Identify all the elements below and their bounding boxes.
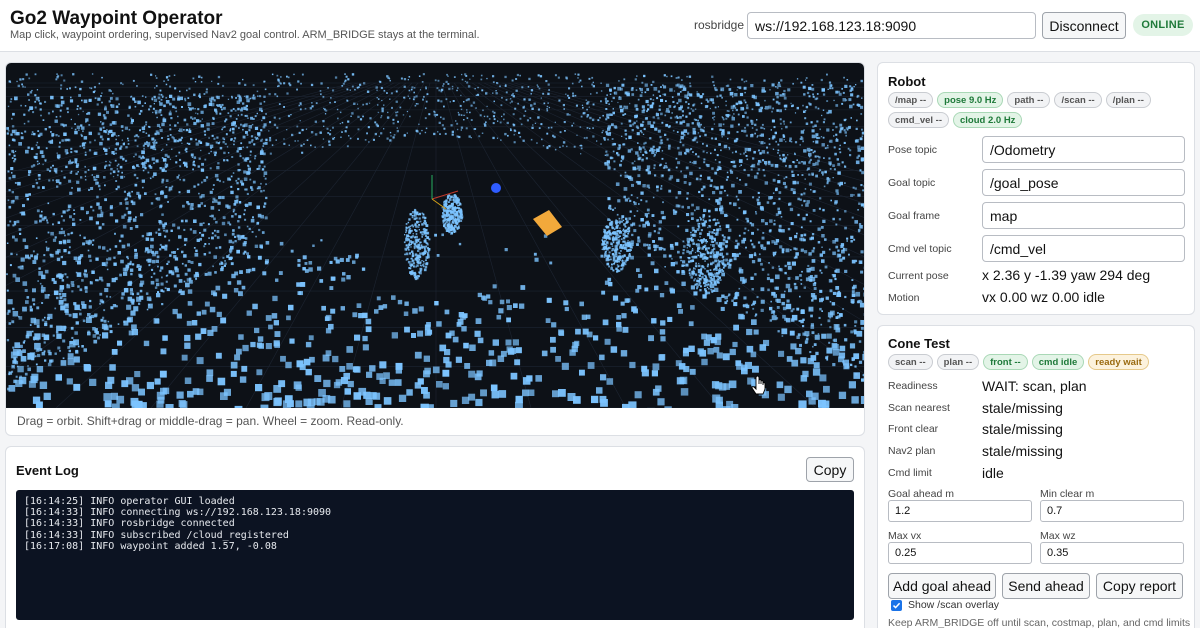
send-ahead-button[interactable]: Send ahead — [1002, 573, 1090, 599]
check-status-badge: front -- — [983, 354, 1028, 370]
point-cloud-viewer[interactable] — [6, 63, 864, 408]
topic-status-badge: cmd_vel -- — [888, 112, 949, 128]
cmd-vel-topic-input[interactable] — [982, 235, 1185, 262]
topic-status-badge: /scan -- — [1054, 92, 1102, 108]
viewer-card: Drag = orbit. Shift+drag or middle-drag … — [5, 62, 865, 436]
add-goal-ahead-button[interactable]: Add goal ahead — [888, 573, 996, 599]
readiness-label: Readiness — [888, 380, 938, 392]
robot-topic-badges: /map -- pose 9.0 Hz path -- /scan -- /pl… — [888, 92, 1188, 128]
current-pose-value: x 2.36 y -1.39 yaw 294 deg — [982, 267, 1151, 283]
goal-frame-label: Goal frame — [888, 210, 940, 222]
cmd-limit-value: idle — [982, 465, 1004, 481]
checkmark-icon — [892, 602, 901, 609]
motion-value: vx 0.00 wz 0.00 idle — [982, 289, 1105, 305]
waypoint-marker[interactable] — [533, 210, 562, 236]
motion-label: Motion — [888, 292, 920, 304]
check-status-badge: plan -- — [936, 354, 980, 370]
goal-topic-input[interactable] — [982, 169, 1185, 196]
event-log-output[interactable]: [16:14:25] INFO operator GUI loaded [16:… — [16, 490, 854, 620]
cone-test-title: Cone Test — [888, 336, 950, 351]
log-line: [16:14:33] INFO subscribed /cloud_regist… — [24, 529, 289, 541]
cone-test-panel: Cone Test scan -- plan -- front -- cmd i… — [877, 325, 1195, 628]
cmd-limit-label: Cmd limit — [888, 467, 932, 479]
max-vx-label: Max vx — [888, 530, 922, 542]
connection-status-badge: ONLINE — [1133, 14, 1193, 36]
pose-topic-label: Pose topic — [888, 144, 938, 156]
topic-status-badge: path -- — [1007, 92, 1051, 108]
max-wz-input[interactable] — [1040, 542, 1184, 564]
show-scan-checkbox[interactable] — [891, 600, 902, 611]
disconnect-button[interactable]: Disconnect — [1042, 12, 1126, 39]
app-subtitle: Map click, waypoint ordering, supervised… — [10, 29, 480, 41]
log-line: [16:17:08] INFO waypoint added 1.57, -0.… — [24, 540, 277, 552]
log-line: [16:14:33] INFO connecting ws://192.168.… — [24, 507, 332, 519]
front-clear-value: stale/missing — [982, 421, 1063, 437]
min-clear-input[interactable] — [1040, 500, 1184, 522]
show-scan-label: Show /scan overlay — [908, 599, 1000, 611]
arm-bridge-note: Keep ARM_BRIDGE off until scan, costmap,… — [888, 617, 1191, 628]
nav2-plan-label: Nav2 plan — [888, 445, 936, 457]
event-log-card: Event Log Copy [16:14:25] INFO operator … — [5, 446, 865, 628]
max-vx-input[interactable] — [888, 542, 1032, 564]
topic-status-badge: /map -- — [888, 92, 934, 108]
robot-panel: Robot /map -- pose 9.0 Hz path -- /scan … — [877, 62, 1195, 315]
front-clear-label: Front clear — [888, 423, 939, 435]
check-status-badge: scan -- — [888, 354, 933, 370]
scan-nearest-value: stale/missing — [982, 400, 1063, 416]
robot-panel-title: Robot — [888, 74, 926, 89]
current-pose-label: Current pose — [888, 270, 949, 282]
pose-topic-input[interactable] — [982, 136, 1185, 163]
scan-nearest-label: Scan nearest — [888, 402, 950, 414]
cone-test-badges: scan -- plan -- front -- cmd idle ready … — [888, 354, 1188, 370]
copy-report-button[interactable]: Copy report — [1096, 573, 1183, 599]
rosbridge-url-input[interactable] — [747, 12, 1036, 39]
copy-log-button[interactable]: Copy — [806, 457, 854, 482]
cmd-vel-topic-label: Cmd vel topic — [888, 243, 952, 255]
check-status-badge: ready wait — [1088, 354, 1149, 370]
max-wz-label: Max wz — [1040, 530, 1076, 542]
log-line: [16:14:25] INFO operator GUI loaded — [24, 496, 235, 507]
nav2-plan-value: stale/missing — [982, 443, 1063, 459]
app-header: Go2 Waypoint Operator Map click, waypoin… — [0, 0, 1200, 52]
rosbridge-label: rosbridge — [694, 18, 745, 32]
topic-status-badge: cloud 2.0 Hz — [953, 112, 1023, 128]
readiness-value: WAIT: scan, plan — [982, 378, 1087, 394]
goal-topic-label: Goal topic — [888, 177, 936, 189]
log-line: [16:14:33] INFO rosbridge connected — [24, 518, 235, 530]
robot-position-marker — [491, 183, 501, 193]
min-clear-label: Min clear m — [1040, 488, 1095, 500]
point-cloud-canvas[interactable] — [6, 63, 864, 408]
viewer-hint: Drag = orbit. Shift+drag or middle-drag … — [17, 414, 404, 428]
goal-ahead-input[interactable] — [888, 500, 1032, 522]
topic-status-badge: pose 9.0 Hz — [937, 92, 1004, 108]
topic-status-badge: /plan -- — [1105, 92, 1151, 108]
check-status-badge: cmd idle — [1031, 354, 1085, 370]
app-title: Go2 Waypoint Operator — [10, 8, 223, 29]
goal-ahead-label: Goal ahead m — [888, 488, 954, 500]
event-log-title: Event Log — [16, 463, 79, 478]
goal-frame-input[interactable] — [982, 202, 1185, 229]
